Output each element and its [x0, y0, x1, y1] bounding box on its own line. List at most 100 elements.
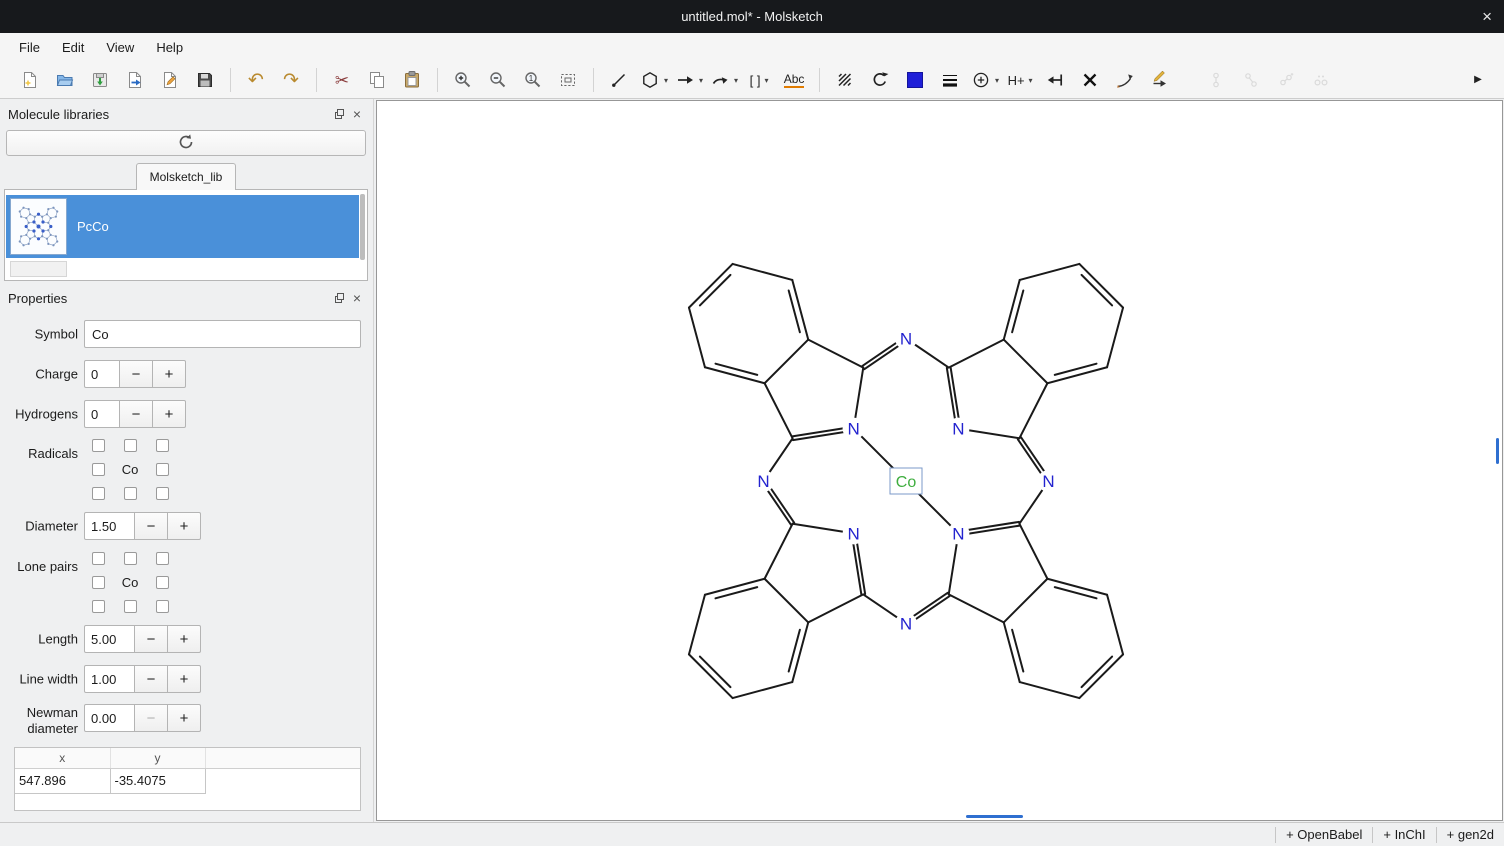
export-file-button[interactable] — [119, 65, 151, 95]
edit-source-button[interactable] — [154, 65, 186, 95]
lone-pair-checkbox[interactable] — [156, 576, 169, 589]
newman-diameter-increment-button[interactable]: + — [167, 704, 201, 732]
curved-arrow-tool-button[interactable]: ▾ — [708, 65, 740, 95]
float-panel-icon[interactable] — [330, 290, 348, 306]
paste-button[interactable] — [396, 65, 428, 95]
charge-value-input[interactable] — [84, 360, 120, 388]
diameter-row: Diameter − + — [0, 512, 370, 540]
cut-button[interactable]: ✂ — [326, 65, 358, 95]
dock-splitter[interactable] — [373, 99, 374, 822]
zoom-in-button[interactable] — [447, 65, 479, 95]
import-file-button[interactable] — [84, 65, 116, 95]
copy-button[interactable] — [361, 65, 393, 95]
length-increment-button[interactable]: + — [167, 625, 201, 653]
diameter-increment-button[interactable]: + — [167, 512, 201, 540]
lone-pair-checkbox[interactable] — [124, 552, 137, 565]
toolbar-overflow-button[interactable]: ▶ — [1462, 65, 1494, 95]
menu-help[interactable]: Help — [145, 33, 194, 62]
refresh-library-button[interactable] — [6, 130, 366, 156]
float-panel-icon[interactable] — [330, 106, 348, 122]
canvas-vertical-scroll-handle[interactable] — [1496, 438, 1499, 464]
draw-bond-tool-button[interactable] — [603, 65, 635, 95]
menu-file[interactable]: File — [8, 33, 51, 62]
ring-tool-button[interactable]: ▾ — [638, 65, 670, 95]
copy-icon — [367, 70, 387, 90]
close-panel-icon[interactable]: × — [348, 106, 366, 122]
zoom-fit-button[interactable] — [552, 65, 584, 95]
hatch-tool-button[interactable] — [829, 65, 861, 95]
hydrogens-increment-button[interactable]: + — [152, 400, 186, 428]
radical-checkbox[interactable] — [92, 487, 105, 500]
lone-pair-checkbox[interactable] — [156, 600, 169, 613]
window-close-button[interactable]: × — [1482, 0, 1492, 33]
radical-checkbox[interactable] — [124, 487, 137, 500]
lone-pair-checkbox[interactable] — [92, 552, 105, 565]
reaction-arrow-tool-button[interactable] — [1144, 65, 1176, 95]
lone-pair-checkbox[interactable] — [156, 552, 169, 565]
zoom-out-button[interactable] — [482, 65, 514, 95]
radical-checkbox[interactable] — [156, 463, 169, 476]
charge-decrement-button[interactable]: − — [119, 360, 153, 388]
radical-checkbox[interactable] — [156, 439, 169, 452]
lone-pair-checkbox[interactable] — [124, 600, 137, 613]
coord-cell-x[interactable]: 547.896 — [15, 768, 110, 793]
menu-edit[interactable]: Edit — [51, 33, 95, 62]
line-width-decrement-button[interactable]: − — [134, 665, 168, 693]
line-width-value-input[interactable] — [84, 665, 135, 693]
close-panel-icon[interactable]: × — [348, 290, 366, 306]
radical-checkbox[interactable] — [124, 439, 137, 452]
length-value-input[interactable] — [84, 625, 135, 653]
charge-tool-button[interactable]: ▾ — [969, 65, 1001, 95]
newman-diameter-value-input[interactable] — [84, 704, 135, 732]
library-scrollbar[interactable] — [360, 194, 365, 260]
undo-button[interactable]: ↶ — [240, 65, 272, 95]
zoom-original-button[interactable]: 1 — [517, 65, 549, 95]
library-tab-molsketch-lib[interactable]: Molsketch_lib — [136, 163, 236, 190]
lone-pair-checkbox[interactable] — [92, 576, 105, 589]
color-picker-button[interactable] — [899, 65, 931, 95]
dropdown-arrow-icon[interactable]: ▾ — [664, 76, 668, 85]
symbol-row: Symbol — [0, 320, 370, 348]
line-width-tool-button[interactable] — [934, 65, 966, 95]
open-file-button[interactable] — [49, 65, 81, 95]
new-file-button[interactable] — [14, 65, 46, 95]
dropdown-arrow-icon[interactable]: ▾ — [734, 76, 738, 85]
hydrogens-decrement-button[interactable]: − — [119, 400, 153, 428]
symbol-input[interactable] — [84, 320, 361, 348]
coord-cell-filler — [205, 768, 360, 793]
arrow-tool-button[interactable]: ▾ — [673, 65, 705, 95]
diameter-value-input[interactable] — [84, 512, 135, 540]
lone-pair-checkbox[interactable] — [92, 600, 105, 613]
mechanism-arrow-tool-button[interactable] — [1109, 65, 1141, 95]
dropdown-arrow-icon[interactable]: ▾ — [1029, 76, 1033, 85]
length-decrement-button[interactable]: − — [134, 625, 168, 653]
bracket-tool-button[interactable]: [ ]▾ — [743, 65, 775, 95]
pen-arrow-2-icon — [1150, 70, 1170, 90]
dropdown-arrow-icon[interactable]: ▾ — [764, 76, 768, 85]
hydrogen-tool-button[interactable]: H+▾ — [1004, 65, 1036, 95]
delete-tool-button[interactable] — [1074, 65, 1106, 95]
dropdown-arrow-icon[interactable]: ▾ — [699, 76, 703, 85]
radical-checkbox[interactable] — [92, 439, 105, 452]
line-width-label: Line width — [0, 672, 78, 687]
canvas-horizontal-scroll-handle[interactable] — [966, 815, 1023, 818]
text-tool-button[interactable]: Abc — [778, 65, 810, 95]
align-tool-button — [1235, 65, 1267, 95]
rotate-tool-button[interactable] — [864, 65, 896, 95]
drawing-canvas[interactable]: NNNNNNNNCo — [376, 100, 1503, 821]
radical-checkbox[interactable] — [92, 463, 105, 476]
library-item-partial[interactable] — [10, 261, 67, 277]
line-width-increment-button[interactable]: + — [167, 665, 201, 693]
diameter-decrement-button[interactable]: − — [134, 512, 168, 540]
charge-increment-button[interactable]: + — [152, 360, 186, 388]
menu-view[interactable]: View — [95, 33, 145, 62]
coord-cell-y[interactable]: -35.4075 — [110, 768, 205, 793]
radical-checkbox[interactable] — [156, 487, 169, 500]
dropdown-arrow-icon[interactable]: ▾ — [995, 76, 999, 85]
library-item-pcco[interactable]: PcCo — [6, 195, 359, 258]
arrow-right-icon — [675, 70, 695, 90]
save-file-button[interactable] — [189, 65, 221, 95]
redo-button[interactable]: ↷ — [275, 65, 307, 95]
hydrogens-value-input[interactable] — [84, 400, 120, 428]
electron-flow-tool-button[interactable] — [1039, 65, 1071, 95]
